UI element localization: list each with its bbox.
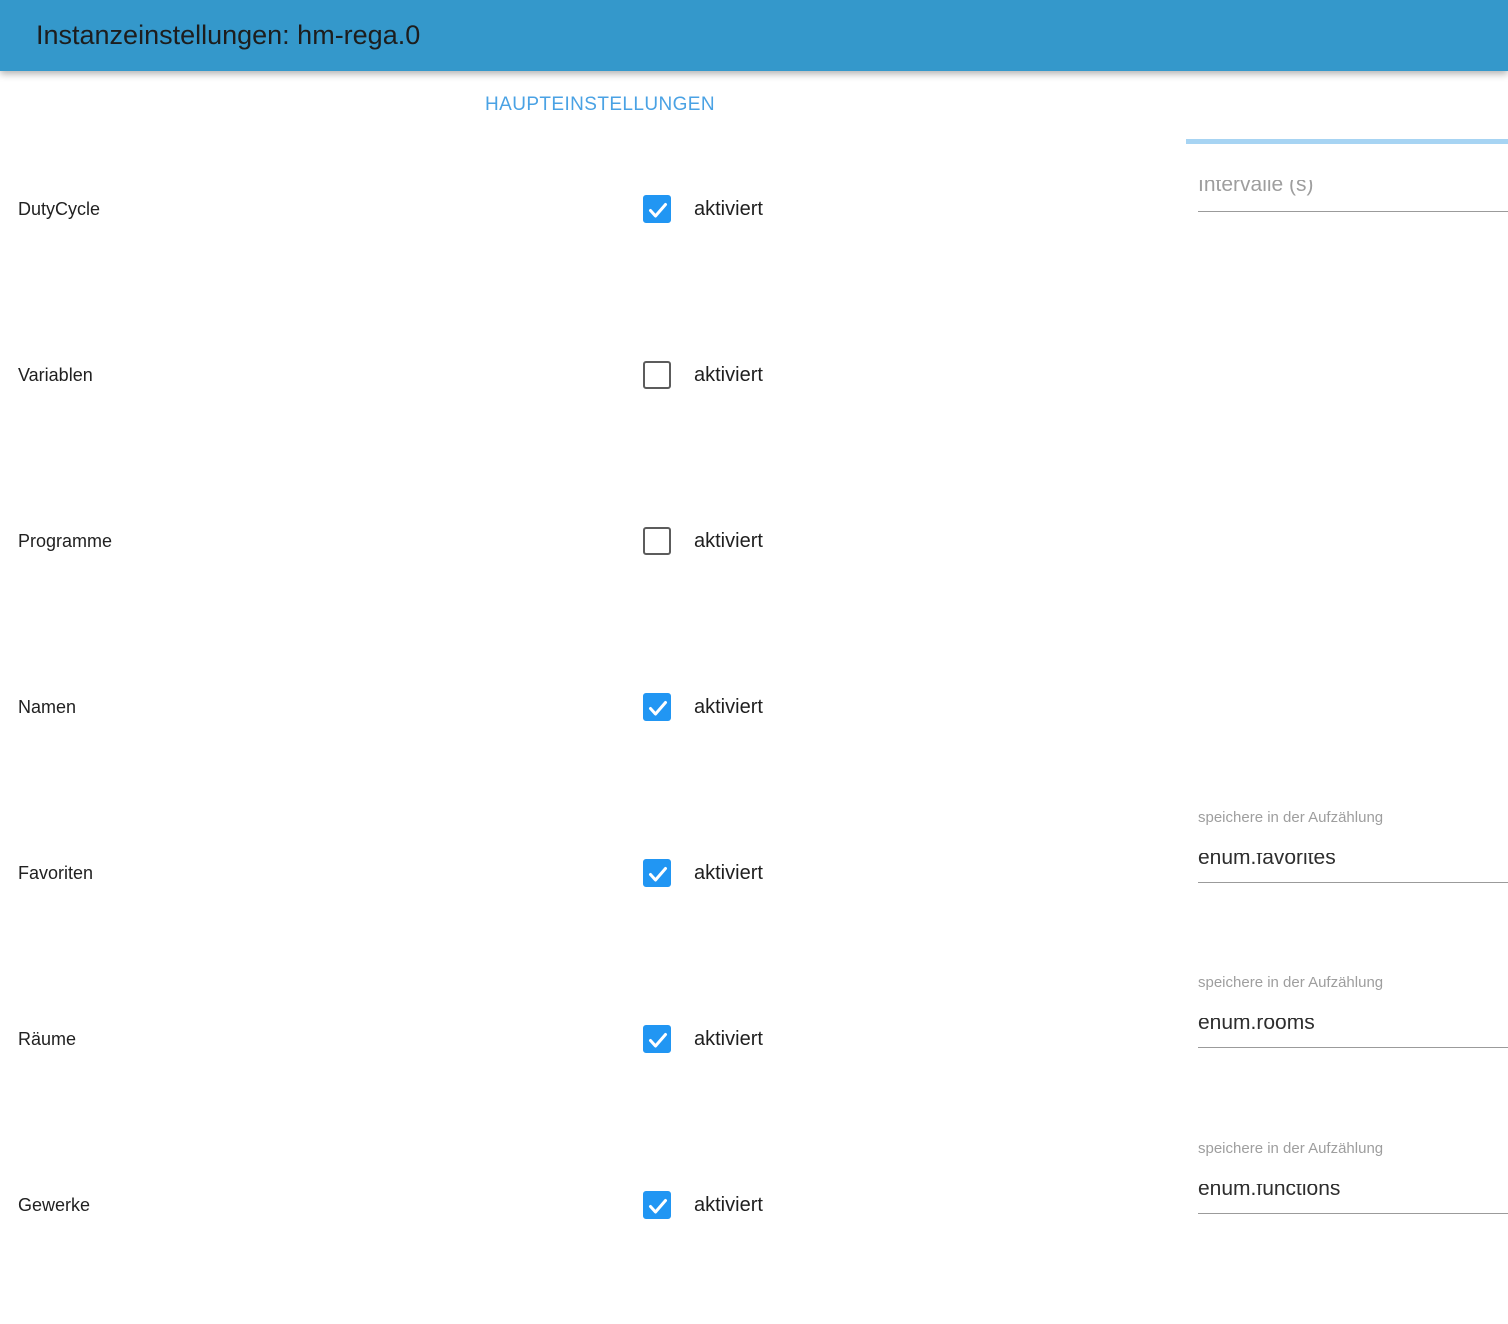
row-label: Variablen	[18, 365, 93, 385]
interval-field	[1198, 180, 1508, 212]
raeume-checkbox[interactable]	[643, 1025, 671, 1053]
right-panel-indicator-line	[1186, 139, 1508, 144]
checkmark-icon	[649, 701, 667, 716]
dialog-title-bar: Instanzeinstellungen: hm-rega.0	[0, 0, 1508, 71]
row-label: Gewerke	[18, 1195, 91, 1215]
rooms-enum-field: speichere in der Aufzählung	[1198, 975, 1508, 1048]
checkbox-label[interactable]: aktiviert	[694, 527, 763, 555]
instance-settings-dialog: Instanzeinstellungen: hm-rega.0 HAUPTEIN…	[0, 0, 1508, 1324]
gewerke-checkbox[interactable]	[643, 1191, 671, 1219]
field-label: speichere in der Aufzählung	[1198, 809, 1384, 826]
field-label: speichere in der Aufzählung	[1198, 974, 1384, 991]
row-label: DutyCycle	[18, 199, 101, 219]
dialog-title: Instanzeinstellungen: hm-rega.0	[36, 20, 421, 50]
favorites-enum-input[interactable]	[1198, 853, 1508, 883]
settings-row-programme: Programme aktiviert	[0, 527, 1508, 555]
namen-checkbox[interactable]	[643, 693, 671, 721]
checkbox-label[interactable]: aktiviert	[694, 859, 763, 887]
row-label: Räume	[18, 1029, 77, 1049]
row-label: Favoriten	[18, 863, 94, 883]
checkbox-label[interactable]: aktiviert	[694, 361, 763, 389]
favoriten-checkbox[interactable]	[643, 859, 671, 887]
interval-input[interactable]	[1198, 180, 1508, 212]
dutycycle-checkbox[interactable]	[643, 195, 671, 223]
field-label: speichere in der Aufzählung	[1198, 1140, 1384, 1157]
variablen-checkbox[interactable]	[643, 361, 671, 389]
favorites-enum-field: speichere in der Aufzählung	[1198, 810, 1508, 883]
checkmark-icon	[649, 1033, 667, 1048]
checkmark-icon	[649, 867, 667, 882]
tab-haupteinstellungen[interactable]: HAUPTEINSTELLUNGEN	[485, 94, 715, 116]
row-label: Namen	[18, 697, 77, 717]
functions-enum-field: speichere in der Aufzählung	[1198, 1141, 1508, 1214]
checkbox-label[interactable]: aktiviert	[694, 195, 763, 223]
functions-enum-input[interactable]	[1198, 1184, 1508, 1214]
settings-row-namen: Namen aktiviert	[0, 693, 1508, 721]
programme-checkbox[interactable]	[643, 527, 671, 555]
row-label: Programme	[18, 531, 113, 551]
checkbox-label[interactable]: aktiviert	[694, 1191, 763, 1219]
settings-row-variablen: Variablen aktiviert	[0, 361, 1508, 389]
rooms-enum-input[interactable]	[1198, 1018, 1508, 1048]
checkmark-icon	[649, 1199, 667, 1214]
checkbox-label[interactable]: aktiviert	[694, 1025, 763, 1053]
checkmark-icon	[649, 203, 667, 218]
checkbox-label[interactable]: aktiviert	[694, 693, 763, 721]
tab-strip: HAUPTEINSTELLUNGEN	[0, 94, 1200, 116]
